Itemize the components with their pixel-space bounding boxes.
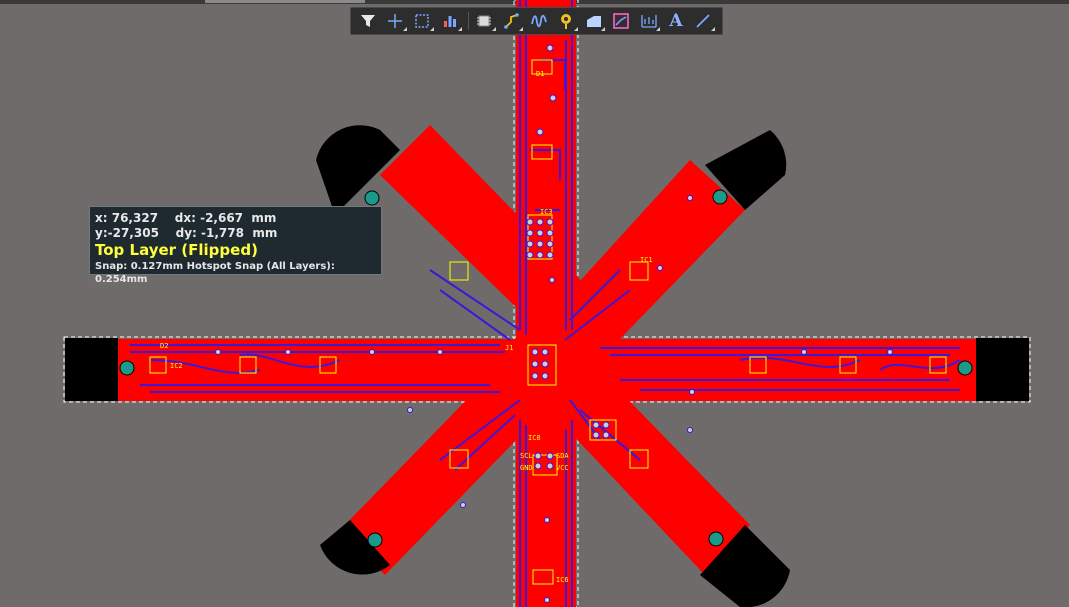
- hud-layer-name: Top Layer (Flipped): [95, 241, 258, 259]
- header-label-vcc: VCC: [556, 464, 569, 472]
- designator-ic8: IC8: [528, 434, 541, 442]
- dimension-icon[interactable]: [636, 10, 661, 32]
- route-icon[interactable]: [499, 10, 524, 32]
- keepout-right: [976, 338, 1029, 401]
- mounting-hole-west: [119, 360, 135, 376]
- active-bar-toolbar: A: [350, 7, 723, 35]
- mounting-hole-ne: [712, 189, 728, 205]
- filter-icon[interactable]: [355, 10, 380, 32]
- designator-ic1: IC1: [640, 256, 653, 264]
- mounting-hole-east: [957, 360, 973, 376]
- mounting-hole-se: [708, 531, 724, 547]
- header-label-sda: SDA: [556, 452, 569, 460]
- polygon-fill-icon[interactable]: [581, 10, 606, 32]
- designator-ic2: IC2: [170, 362, 183, 370]
- hud-x-label: x:: [95, 211, 108, 225]
- header-label-gnd: GND: [520, 464, 533, 472]
- heads-up-display: x: 76,327 dx: -2,667 mm y:-27,305 dy: -1…: [89, 206, 382, 285]
- hud-dy-label: dy:: [175, 226, 197, 240]
- designator-d1: D1: [536, 70, 544, 78]
- line-icon[interactable]: [691, 10, 716, 32]
- hud-x-value: 76,327: [111, 211, 159, 225]
- header-label-scl: SCL: [520, 452, 533, 460]
- select-rect-icon[interactable]: [410, 10, 435, 32]
- hud-snap-info: Snap: 0.127mm Hotspot Snap (All Layers):…: [95, 261, 335, 285]
- mounting-hole-sw: [367, 532, 383, 548]
- hud-dx-value: -2,667: [200, 211, 244, 225]
- interactive-route-icon[interactable]: [526, 10, 551, 32]
- crosshair-icon[interactable]: [382, 10, 407, 32]
- designator-ic3: IC3: [540, 208, 553, 216]
- component-icon[interactable]: [472, 10, 497, 32]
- designator-d2: D2: [160, 342, 168, 350]
- hud-y-label: y:: [95, 226, 108, 240]
- designator-j1: J1: [505, 344, 513, 352]
- toolbar-separator: [467, 12, 469, 30]
- hud-x-row: x: 76,327 dx: -2,667 mm: [95, 211, 376, 226]
- designator-ic6: IC6: [556, 576, 569, 584]
- hud-y-value: -27,305: [107, 226, 159, 240]
- mounting-hole-nw: [364, 190, 380, 206]
- keepout-left: [65, 338, 118, 401]
- hud-unit-x: mm: [251, 211, 277, 225]
- hud-dx-label: dx:: [174, 211, 196, 225]
- string-glyph: A: [669, 11, 683, 31]
- pad-icon[interactable]: [554, 10, 579, 32]
- hud-dy-value: -1,778: [201, 226, 244, 240]
- bar-chart-icon[interactable]: [437, 10, 462, 32]
- hud-unit-y: mm: [252, 226, 278, 240]
- hud-y-row: y:-27,305 dy: -1,778 mm: [95, 226, 376, 241]
- net-color-icon[interactable]: [608, 10, 633, 32]
- diagonal-arm-ne: [540, 130, 787, 370]
- string-icon[interactable]: A: [663, 10, 688, 32]
- pcb-canvas[interactable]: SCL GND SDA VCC IC1 IC2 IC3 IC6 IC8 J1 D…: [0, 0, 1069, 607]
